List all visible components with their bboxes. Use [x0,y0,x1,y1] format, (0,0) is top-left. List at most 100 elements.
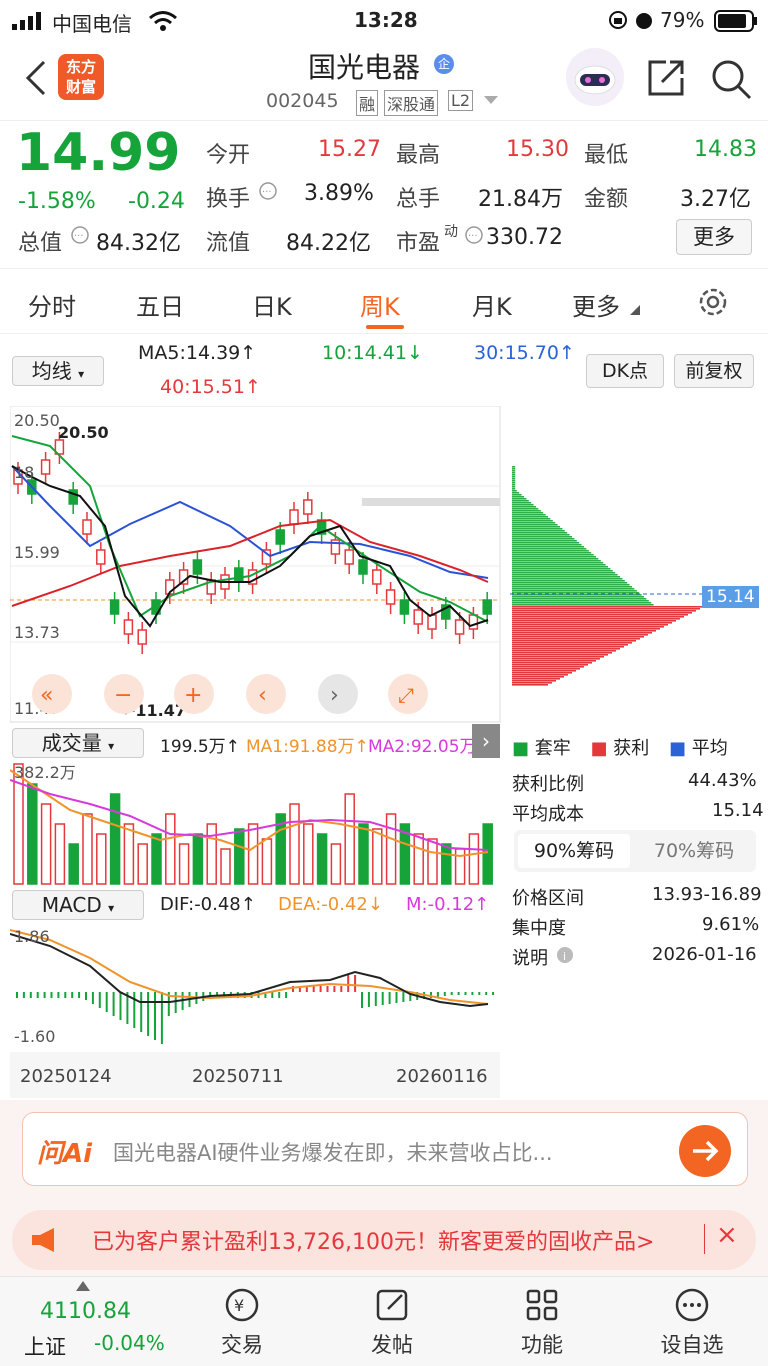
tab-daily[interactable]: 日K [252,287,292,322]
more-button[interactable]: 更多 [676,219,752,255]
nav-add-watchlist[interactable]: 设自选 [632,1285,752,1359]
macd-bar [278,992,281,998]
volume-bar [468,833,480,885]
share-icon[interactable] [646,58,686,98]
nav-post[interactable]: 发帖 [332,1285,452,1359]
scroll-right-button[interactable]: › [318,674,358,714]
chip-bar [512,516,548,518]
chip-bar [512,530,565,532]
mktcap-label: 总值 [18,231,63,256]
info-icon[interactable]: i [556,946,574,964]
info-icon[interactable]: ··· [70,225,90,245]
chip-bar [512,622,672,624]
dk-point-button[interactable]: DK点 [586,354,664,388]
chip-bar [512,486,516,488]
volume-bar [109,793,121,885]
volume-select[interactable]: 成交量 ▾ [12,728,144,758]
nav-functions[interactable]: 功能 [482,1285,602,1359]
volume-bar [372,828,383,885]
svg-text:···: ··· [262,187,272,198]
chip-bar [512,526,560,528]
chip-bar [512,488,516,490]
index-value[interactable]: 4110.84 [40,1299,131,1324]
index-name[interactable]: 上证 [24,1331,66,1361]
scroll-left-button[interactable]: ‹ [246,674,286,714]
tab-chip-90[interactable]: 90%筹码 [518,834,630,868]
nav-trade[interactable]: ¥ 交易 [182,1285,302,1359]
macd-bar [312,986,315,992]
chip-bar [512,614,688,616]
volume-bar [123,823,135,885]
chip-bar [512,592,640,594]
chip-bar [512,674,568,676]
chip-bar [512,638,640,640]
candle-body [82,519,92,535]
settings-icon[interactable] [696,285,730,319]
chip-bar [512,608,700,610]
assistant-avatar[interactable] [566,48,624,106]
fullscreen-button[interactable]: ⤢ [388,674,428,714]
candle-body [399,599,410,615]
note-date: 2026-01-16 [652,944,757,965]
alarm-icon [636,13,652,29]
chip-bar [512,684,548,686]
candle-body [123,619,134,635]
chip-bar [512,512,544,514]
search-icon[interactable] [710,58,752,100]
chip-bar [512,590,637,592]
tab-more[interactable]: 更多 [572,287,620,322]
macd-select[interactable]: MACD ▾ [12,890,144,920]
tab-intraday[interactable]: 分时 [28,287,76,322]
volume-bar [247,823,259,885]
expand-panel-button[interactable]: › [472,724,500,758]
tab-chip-70[interactable]: 70%筹码 [638,834,750,868]
back-icon[interactable] [24,60,48,96]
close-icon[interactable]: × [716,1220,738,1250]
tab-5day[interactable]: 五日 [136,287,184,322]
zoom-out-button[interactable]: − [104,674,144,714]
info-icon[interactable]: ··· [258,181,278,201]
chip-bar [512,636,644,638]
high-marker: 20.50 [58,423,109,442]
low-value: 14.83 [694,137,757,162]
chip-bar [512,656,604,658]
macd-chart: 1.86 -1.60 [10,922,500,1048]
dropdown-icon[interactable] [484,96,498,106]
chip-bar [512,480,516,482]
macd-bar [367,992,370,1007]
zoom-in-button[interactable]: + [174,674,214,714]
chip-bar [512,624,668,626]
candle-body [468,614,479,630]
tab-weekly[interactable]: 周K [360,287,400,322]
macd-bar [374,992,377,1006]
ai-assistant-bar[interactable]: 问Ai 国光电器AI硬件业务爆发在即，未来营收占比... [22,1112,748,1186]
volume-bar [316,833,328,885]
index-change: -0.04% [94,1331,165,1355]
macd-bar [78,992,81,998]
pe-sup: 动 [444,224,458,240]
indicator-select[interactable]: 均线 ▾ [12,356,104,386]
scroll-left-fast-button[interactable]: « [32,674,72,714]
macd-bar [22,992,25,998]
chip-bar [512,482,516,484]
chip-bar [512,666,584,668]
candle-body [303,499,313,515]
candle-body [234,567,244,583]
chip-bar [512,578,623,580]
turnover-label: 换手 [206,187,251,212]
kline-chart[interactable]: 20.50 20.50 18 15.99 13.73 11.47 ←11.47 … [10,406,502,724]
macd-bar [361,992,363,1008]
macd-bar [354,975,357,992]
chip-bar [512,570,613,572]
info-icon[interactable]: ··· [464,225,484,245]
macd-bar [443,992,446,996]
volume-bar [330,843,342,885]
adjust-button[interactable]: 前复权 [674,354,754,388]
macd-bar [388,992,391,1004]
volume-bar [441,843,452,885]
volume-bar [27,783,38,885]
chip-bar [512,556,596,558]
promo-banner[interactable]: 已为客户累计盈利13,726,100元！新客更爱的固收产品> × [12,1210,756,1270]
ai-go-button[interactable] [679,1125,731,1177]
tab-monthly[interactable]: 月K [472,287,512,322]
